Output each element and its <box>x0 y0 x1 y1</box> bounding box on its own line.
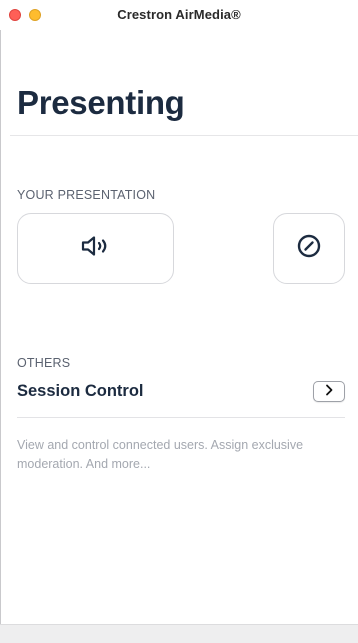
window-edge <box>0 30 1 624</box>
title-bar[interactable]: Crestron AirMedia® <box>0 0 358 30</box>
session-control-title[interactable]: Session Control <box>17 382 144 401</box>
session-control-button[interactable] <box>313 381 345 402</box>
stop-circle-icon <box>296 233 322 264</box>
chevron-right-icon <box>324 383 334 401</box>
window-title: Crestron AirMedia® <box>117 7 241 22</box>
audio-toggle-button[interactable] <box>17 213 174 284</box>
your-presentation-label: YOUR PRESENTATION <box>17 188 156 202</box>
stop-presenting-button[interactable] <box>273 213 345 284</box>
session-divider <box>17 417 345 418</box>
page-title: Presenting <box>17 84 185 121</box>
speaker-icon <box>80 234 112 263</box>
others-label: OTHERS <box>17 356 71 370</box>
bottom-bar <box>0 624 358 643</box>
app-window: Crestron AirMedia® Presenting YOUR PRESE… <box>0 0 358 643</box>
header-divider <box>10 135 358 136</box>
session-control-description: View and control connected users. Assign… <box>17 438 304 471</box>
